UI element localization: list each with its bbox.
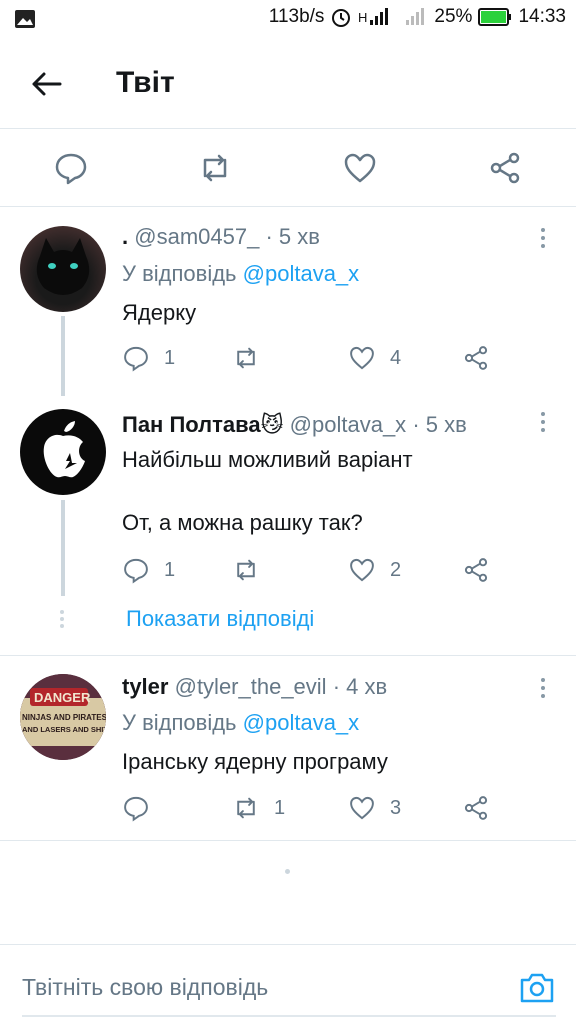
share-button[interactable] [462,794,490,822]
reply-prefix: У відповідь [122,710,237,735]
reply-icon [124,796,148,822]
tweet-text: Ядерку [122,300,197,325]
divider [0,840,576,841]
like-button[interactable]: 2 [348,556,401,584]
thread-line [61,316,65,396]
retweet-button[interactable] [232,344,274,372]
image-notification-icon [15,10,35,28]
reply-icon [124,346,148,372]
avatar[interactable] [20,409,106,495]
more-options-icon[interactable] [536,678,550,702]
reply-input[interactable]: Твітніть свою відповідь [22,974,268,1001]
tweet-actions: 1 3 [122,794,502,824]
timestamp: · 5 хв [265,224,320,249]
network-speed: 113b/s [268,6,325,27]
avatar[interactable] [20,226,106,312]
battery-icon [478,8,512,26]
thread-line [61,500,65,596]
retweet-icon[interactable] [197,150,233,186]
reply-button[interactable]: 1 [122,344,175,372]
loading-indicator [285,869,290,874]
share-icon [464,558,488,582]
svg-text:H: H [358,10,367,25]
page-title: Твіт [116,66,175,99]
reply-icon[interactable] [53,150,89,186]
reply-tweet[interactable]: . @sam0457_ · 5 хв У відповідь @poltava_… [0,206,576,396]
like-icon[interactable] [342,150,378,186]
like-count: 3 [390,796,402,819]
reply-mention-link[interactable]: @poltava_x [243,710,360,735]
show-replies-link[interactable]: Показати відповіді [126,606,314,632]
reply-tweet[interactable]: Пан Полтава😼 @poltava_x · 5 хв Найбільш … [0,386,576,596]
share-button[interactable] [462,556,490,584]
reply-prefix: У відповідь [122,261,237,286]
more-options-icon[interactable] [536,228,550,252]
reply-icon [124,558,148,584]
reply-count: 1 [164,558,176,581]
back-arrow-icon[interactable] [28,66,64,102]
tweet-text-line-2: От, а можна рашку так? [122,510,363,535]
battery-percent: 25% [434,6,473,27]
display-name[interactable]: . [122,224,128,249]
clock: 14:33 [518,6,566,27]
status-bar: 113b/s H 25% 14:33 [0,0,576,38]
handle[interactable]: @tyler_the_evil [175,674,327,699]
share-icon [464,346,488,370]
share-icon[interactable] [487,150,523,186]
reply-count: 1 [164,346,176,369]
heart-icon [350,346,374,370]
reply-context: У відповідь @poltava_x [122,710,359,736]
reply-mention-link[interactable]: @poltava_x [243,261,360,286]
avatar-sign-line-1: DANGER [34,690,91,705]
retweet-count: 1 [274,796,286,819]
alarm-icon [332,9,351,27]
handle[interactable]: @sam0457_ [134,224,259,249]
retweet-icon [237,797,255,819]
like-count: 4 [390,346,402,369]
retweet-icon [237,559,255,581]
retweet-button[interactable]: 1 [232,794,285,822]
signal-weak-icon [406,8,425,25]
app-bar: Твіт [0,38,576,129]
tweet-header: Пан Полтава😼 @poltava_x · 5 хв [122,412,467,438]
tweet-text: Іранську ядерну програму [122,749,388,774]
thread-dots [60,610,66,631]
retweet-button[interactable] [232,556,274,584]
tweet-action-bar [0,130,576,207]
reply-composer: Твітніть свою відповідь [0,944,576,1025]
avatar-sign-line-3: AND LASERS AND SHIT [22,725,106,734]
retweet-icon [237,347,255,369]
tweet-header: tyler @tyler_the_evil · 4 хв [122,674,387,700]
reply-button[interactable]: 1 [122,556,175,584]
share-icon [464,796,488,820]
avatar-sign-line-2: NINJAS AND PIRATES [22,713,106,722]
tweet-text-line-1: Найбільш можливий варіант [122,447,413,472]
timestamp: · 5 хв [412,412,467,437]
input-underline [22,1015,556,1017]
like-count: 2 [390,558,402,581]
avatar[interactable]: DANGER NINJAS AND PIRATES AND LASERS AND… [20,674,106,760]
like-button[interactable]: 3 [348,794,401,822]
heart-icon [350,558,374,582]
reply-context: У відповідь @poltava_x [122,261,359,287]
timestamp: · 4 хв [332,674,388,699]
display-name[interactable]: Пан Полтава😼 [122,412,284,437]
handle[interactable]: @poltava_x [290,412,407,437]
camera-icon[interactable] [518,969,556,1007]
more-options-icon[interactable] [536,412,550,436]
tweet-header: . @sam0457_ · 5 хв [122,224,320,250]
share-button[interactable] [462,344,490,372]
like-button[interactable]: 4 [348,344,401,372]
signal-icon: H [358,8,389,25]
reply-button[interactable] [122,794,164,822]
tweet-actions: 1 2 [122,556,502,586]
tweet-actions: 1 4 [122,344,502,374]
reply-tweet[interactable]: DANGER NINJAS AND PIRATES AND LASERS AND… [0,656,576,840]
display-name[interactable]: tyler [122,674,168,699]
heart-icon [350,796,374,820]
